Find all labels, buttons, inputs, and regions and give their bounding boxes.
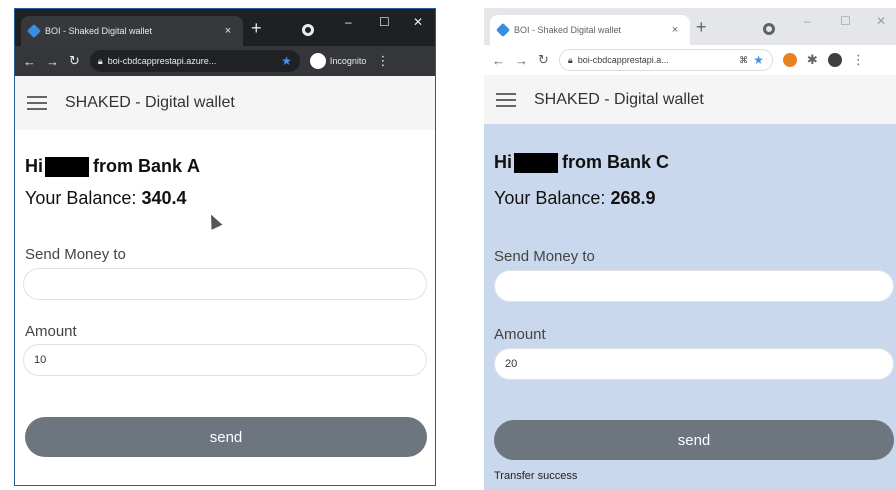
- tab-strip: BOI - Shaked Digital wallet × + – ☐ ✕: [15, 9, 435, 46]
- metamask-extension-icon[interactable]: [782, 53, 797, 67]
- balance-value: 268.9: [610, 188, 656, 208]
- status-message: Transfer success: [494, 470, 578, 482]
- send-button[interactable]: send: [494, 420, 894, 460]
- new-tab-button[interactable]: +: [696, 18, 707, 36]
- minimize-button[interactable]: –: [345, 15, 352, 29]
- amount-input[interactable]: 10: [23, 344, 427, 376]
- more-menu-icon[interactable]: ⋮: [376, 53, 389, 69]
- address-bar-row: ← → ↻ 🔒︎ boi-cbdcapprestapi.azure... ★ I…: [15, 46, 435, 76]
- close-window-button[interactable]: ✕: [876, 14, 886, 28]
- app-header: SHAKED - Digital wallet: [484, 75, 896, 124]
- incognito-indicator[interactable]: Incognito: [309, 53, 367, 69]
- send-button[interactable]: send: [25, 417, 427, 457]
- balance-value: 340.4: [141, 188, 187, 208]
- new-tab-button[interactable]: +: [251, 19, 262, 37]
- tab-close-icon[interactable]: ×: [221, 25, 235, 37]
- url-text: boi-cbdcapprestapi.azure...: [107, 56, 217, 66]
- menu-icon[interactable]: [496, 92, 516, 107]
- profile-icon[interactable]: [827, 53, 842, 67]
- redacted-name: [514, 152, 558, 173]
- address-bar[interactable]: 🔒︎ boi-cbdcapprestapi.a... ⌘ ★: [558, 49, 773, 71]
- balance: Your Balance: 268.9: [494, 188, 655, 209]
- greeting-mid: from Bank: [93, 156, 183, 176]
- amount-input[interactable]: 20: [494, 348, 894, 380]
- favicon-icon: [495, 22, 511, 38]
- url-text: boi-cbdcapprestapi.a...: [577, 55, 669, 65]
- bank-letter: A: [187, 156, 201, 176]
- greeting: Hi from Bank A: [25, 156, 200, 177]
- send-to-label: Send Money to: [25, 246, 126, 263]
- tab-close-icon[interactable]: ×: [668, 24, 682, 36]
- reload-icon[interactable]: ↻: [538, 52, 549, 68]
- minimize-button[interactable]: –: [804, 14, 811, 28]
- balance-label: Your Balance:: [494, 188, 606, 208]
- greeting-prefix: Hi: [25, 156, 43, 176]
- balance: Your Balance: 340.4: [25, 188, 186, 209]
- tab-strip: BOI - Shaked Digital wallet × + – ☐ ✕: [484, 8, 896, 45]
- back-icon[interactable]: ←: [492, 53, 505, 68]
- address-bar[interactable]: 🔒︎ boi-cbdcapprestapi.azure... ★: [89, 50, 300, 72]
- send-to-label: Send Money to: [494, 248, 595, 265]
- forward-icon[interactable]: →: [515, 53, 528, 68]
- browser-tab[interactable]: BOI - Shaked Digital wallet ×: [21, 16, 243, 46]
- extensions-puzzle-icon[interactable]: ✱: [807, 52, 818, 68]
- tab-title: BOI - Shaked Digital wallet: [514, 25, 622, 35]
- incognito-label: Incognito: [329, 56, 367, 66]
- lock-icon: 🔒︎: [97, 55, 103, 66]
- wallet-content: Hi from Bank C Your Balance: 268.9 Send …: [484, 124, 896, 490]
- install-app-icon[interactable]: ⌘: [739, 55, 748, 66]
- record-icon[interactable]: [763, 23, 775, 35]
- app-header: SHAKED - Digital wallet: [15, 76, 435, 130]
- lock-icon: 🔒︎: [567, 54, 573, 65]
- greeting-mid: from Bank: [562, 152, 652, 172]
- maximize-button[interactable]: ☐: [379, 15, 390, 29]
- record-icon[interactable]: [302, 24, 314, 36]
- tab-title: BOI - Shaked Digital wallet: [45, 26, 153, 36]
- star-icon[interactable]: ★: [753, 53, 764, 67]
- send-to-input[interactable]: [494, 270, 894, 302]
- bank-letter: C: [656, 152, 670, 172]
- menu-icon[interactable]: [27, 96, 47, 110]
- browser-tab[interactable]: BOI - Shaked Digital wallet ×: [490, 15, 690, 45]
- close-window-button[interactable]: ✕: [413, 15, 423, 29]
- send-to-input[interactable]: [23, 268, 427, 300]
- app-title: SHAKED - Digital wallet: [534, 90, 704, 108]
- back-icon[interactable]: ←: [23, 54, 36, 69]
- wallet-content: Hi from Bank A Your Balance: 340.4 Send …: [15, 130, 435, 485]
- address-bar-row: ← → ↻ 🔒︎ boi-cbdcapprestapi.a... ⌘ ★ ✱ ⋮: [484, 45, 896, 75]
- more-menu-icon[interactable]: ⋮: [852, 52, 865, 68]
- redacted-name: [45, 156, 89, 177]
- star-icon[interactable]: ★: [281, 54, 292, 68]
- favicon-icon: [26, 23, 42, 39]
- browser-window-bank-a: BOI - Shaked Digital wallet × + – ☐ ✕ ← …: [14, 8, 436, 486]
- maximize-button[interactable]: ☐: [840, 14, 851, 28]
- incognito-icon: [309, 53, 326, 69]
- app-title: SHAKED - Digital wallet: [65, 94, 235, 111]
- amount-label: Amount: [25, 323, 77, 340]
- amount-label: Amount: [494, 326, 546, 343]
- greeting: Hi from Bank C: [494, 152, 669, 173]
- greeting-prefix: Hi: [494, 152, 512, 172]
- balance-label: Your Balance:: [25, 188, 137, 208]
- browser-window-bank-c: BOI - Shaked Digital wallet × + – ☐ ✕ ← …: [484, 8, 896, 490]
- reload-icon[interactable]: ↻: [69, 53, 80, 69]
- forward-icon[interactable]: →: [46, 54, 59, 69]
